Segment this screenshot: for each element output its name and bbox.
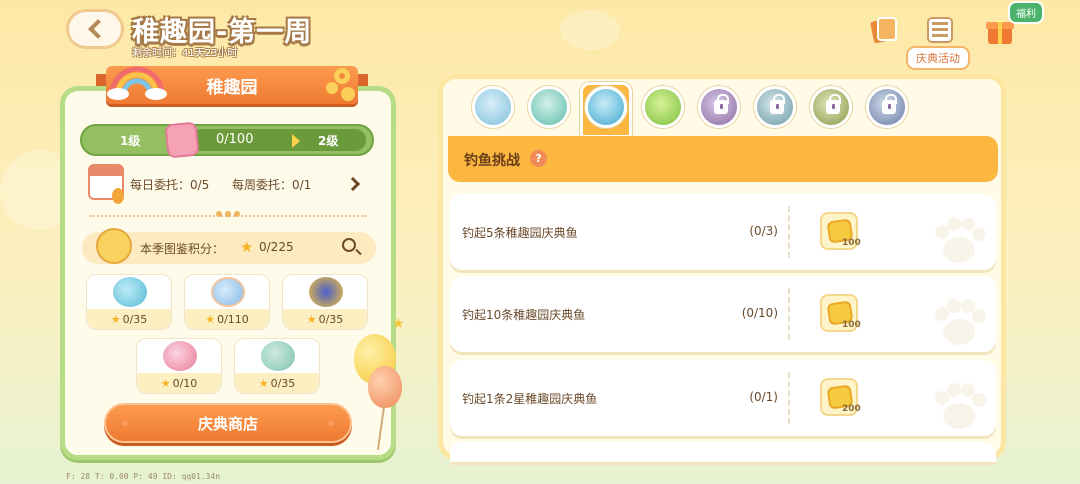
level-progress-bar: 1级 0/100 2级: [80, 121, 374, 159]
lock-icon: [882, 94, 897, 114]
collection-score-row: 本季图鉴积分： ★ 0/225: [82, 228, 376, 264]
task-row: 钓起1条2星稚趣园庆典鱼 (0/1) 200: [450, 360, 996, 436]
card-value: 0/10: [172, 377, 198, 390]
tab-kettle[interactable]: [528, 86, 570, 128]
background-decor: [560, 10, 620, 50]
collection-card[interactable]: ★ 0/10: [136, 338, 222, 394]
balloon-icon: [112, 188, 124, 204]
tab-clover[interactable]: [642, 86, 684, 128]
level-progress-text: 0/100: [216, 132, 254, 147]
festival-activity-label[interactable]: 庆典活动: [906, 46, 970, 70]
task-name: 钓起5条稚趣园庆典鱼: [462, 226, 578, 240]
task-row: 钓起10条稚趣园庆典鱼 (0/10) 100: [450, 276, 996, 352]
tab-pot[interactable]: [472, 86, 514, 128]
card-value: 0/110: [217, 313, 249, 326]
current-level: 1级: [120, 134, 141, 148]
divider: [788, 372, 790, 424]
weekly-commission: 每周委托：0/1: [232, 178, 312, 192]
gem-icon: [164, 121, 200, 159]
task-row-partial: [450, 442, 996, 462]
lock-icon: [770, 94, 785, 114]
lock-icon: [714, 94, 729, 114]
star-icon: ★: [110, 313, 121, 326]
card-value: 0/35: [122, 313, 148, 326]
collection-card[interactable]: ★ 0/110: [184, 274, 270, 330]
reward-item[interactable]: 100: [820, 294, 861, 332]
card-value: 0/35: [270, 377, 296, 390]
star-icon: ★: [306, 313, 317, 326]
paw-icon: [935, 299, 986, 345]
reward-item[interactable]: 200: [820, 378, 861, 416]
tab-locked[interactable]: [754, 86, 796, 128]
bird-icon: [261, 341, 295, 371]
flower-icon: [326, 68, 355, 101]
task-name: 钓起10条稚趣园庆典鱼: [462, 308, 586, 322]
paw-icon: [935, 217, 986, 263]
shell-icon: [211, 277, 245, 307]
star-icon: ★: [240, 238, 254, 256]
festival-shop-button[interactable]: ✦ 庆典商店 ✦: [104, 403, 352, 443]
reward-amount: 100: [842, 238, 861, 248]
tab-locked[interactable]: [698, 86, 740, 128]
reward-item[interactable]: 100: [820, 212, 861, 250]
balloon-icon: [368, 366, 402, 408]
help-icon[interactable]: ?: [530, 150, 547, 167]
chevron-left-icon: [88, 19, 108, 39]
back-button[interactable]: [66, 9, 124, 49]
task-name: 钓起1条2星稚趣园庆典鱼: [462, 392, 598, 406]
tab-fish[interactable]: [585, 86, 627, 128]
rainbow-icon: [107, 66, 167, 100]
task-progress: (0/1): [749, 390, 778, 404]
reward-amount: 100: [842, 320, 861, 330]
search-icon[interactable]: [342, 238, 356, 252]
arrow-right-icon: [292, 134, 300, 148]
divider: [788, 206, 790, 258]
remaining-time: 剩余时间：41天23小时: [132, 48, 238, 59]
chevron-right-icon[interactable]: [345, 176, 361, 192]
collection-label: 本季图鉴积分：: [140, 242, 225, 256]
fish-icon: [113, 277, 147, 307]
collection-card[interactable]: ★ 0/35: [86, 274, 172, 330]
star-icon: ★: [258, 377, 269, 390]
debug-info: F: 28 T: 0.00 P: 49 ID: qq01.34n: [66, 472, 221, 481]
card-value: 0/35: [318, 313, 344, 326]
star-icon: ★: [160, 377, 171, 390]
divider-dots: [216, 211, 240, 219]
divider: [788, 288, 790, 340]
next-level: 2级: [318, 134, 339, 148]
tab-locked[interactable]: [866, 86, 908, 128]
collection-value: 0/225: [259, 240, 294, 254]
collection-card[interactable]: ★ 0/35: [234, 338, 320, 394]
section-title: 钓鱼挑战: [464, 153, 520, 169]
paw-icon: [935, 383, 986, 429]
sparkle-icon: ✦: [325, 417, 336, 431]
section-header: 钓鱼挑战 ?: [448, 136, 998, 182]
cards-icon[interactable]: [866, 12, 902, 48]
task-progress: (0/10): [741, 306, 778, 320]
watering-can-icon: [163, 341, 197, 371]
task-progress: (0/3): [749, 224, 778, 238]
lock-icon: [826, 94, 841, 114]
butterfly-icon: [309, 277, 343, 307]
task-row: 钓起5条稚趣园庆典鱼 (0/3) 100: [450, 194, 996, 270]
festival-activity-icon[interactable]: [922, 12, 958, 48]
star-icon: ★: [205, 313, 216, 326]
welfare-badge: 福利: [1008, 1, 1044, 24]
collection-card[interactable]: ★ 0/35: [282, 274, 368, 330]
shop-button-label: 庆典商店: [197, 414, 258, 433]
tab-locked[interactable]: [810, 86, 852, 128]
commission-row[interactable]: 每日委托：0/5 每周委托：0/1: [88, 164, 368, 206]
daily-commission: 每日委托：0/5: [130, 178, 210, 192]
star-icon: ★: [392, 316, 405, 332]
reward-amount: 200: [842, 404, 861, 414]
giraffe-icon: [96, 228, 132, 264]
sparkle-icon: ✦: [120, 417, 131, 431]
